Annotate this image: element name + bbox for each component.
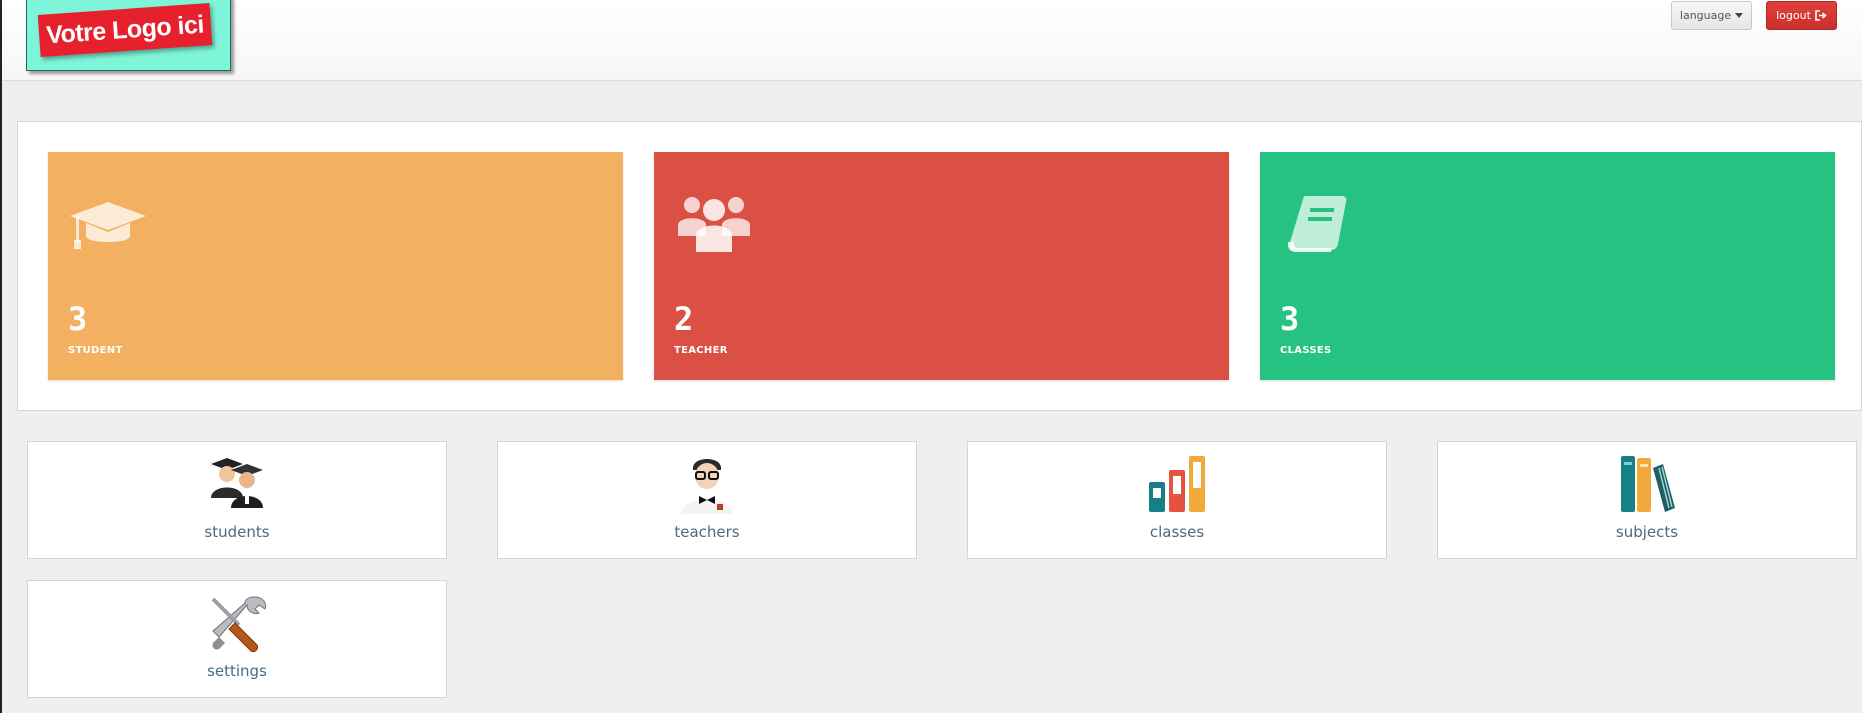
language-dropdown-button[interactable]: language [1671,1,1752,30]
subjects-tile[interactable]: subjects [1437,441,1857,559]
window-edge [0,0,2,713]
stats-panel: 3 STUDENT 2 TEACHER 3 CLASSES [17,121,1862,411]
top-navbar: Votre Logo ici language logout [2,0,1862,81]
student-label: STUDENT [68,345,123,356]
student-count: 3 [68,300,88,338]
students-tile[interactable]: students [27,441,447,559]
classes-label: classes [1149,523,1205,541]
classes-icon [1149,456,1205,512]
classes-count: 3 [1280,300,1300,338]
users-icon [678,197,750,252]
logout-label: logout [1776,9,1811,22]
teacher-count: 2 [674,300,694,338]
dashboard-page: Votre Logo ici language logout 3 STUDENT [0,0,1862,713]
teacher-icon [681,459,733,514]
subjects-label: subjects [1615,523,1679,541]
logo-text: Votre Logo ici [37,3,213,57]
book-icon [1287,196,1347,252]
students-icon [211,458,263,508]
subjects-icon [1621,456,1675,512]
caret-down-icon [1735,13,1744,18]
teacher-label: TEACHER [674,345,728,356]
students-label: students [204,523,270,541]
sign-out-icon [1815,10,1827,21]
classes-tile[interactable]: classes [967,441,1387,559]
teachers-tile[interactable]: teachers [497,441,917,559]
tools-icon [211,596,266,652]
graduation-cap-icon [70,202,146,249]
teachers-label: teachers [674,523,740,541]
settings-tile[interactable]: settings [27,580,447,698]
logo[interactable]: Votre Logo ici [26,0,231,71]
settings-label: settings [207,662,267,680]
language-label: language [1679,9,1732,22]
student-stat-card[interactable]: 3 STUDENT [48,152,623,380]
classes-stat-card[interactable]: 3 CLASSES [1260,152,1835,380]
logout-button[interactable]: logout [1766,1,1837,30]
classes-label: CLASSES [1280,345,1332,356]
teacher-stat-card[interactable]: 2 TEACHER [654,152,1229,380]
